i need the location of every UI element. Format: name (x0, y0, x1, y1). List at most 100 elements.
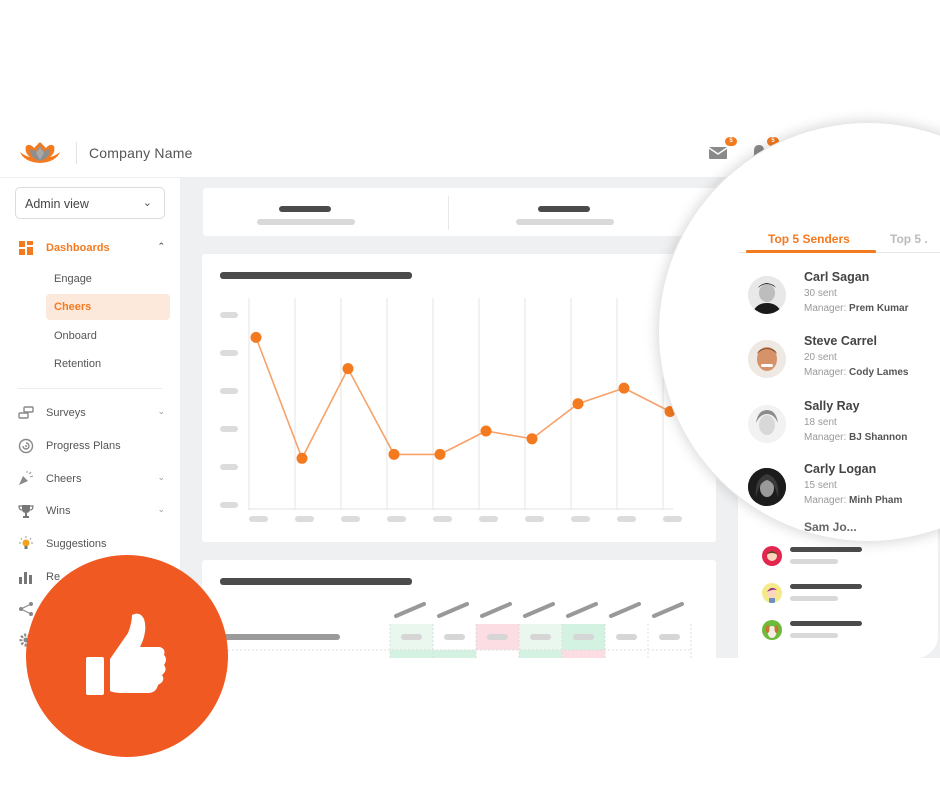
avatar (748, 405, 786, 443)
sidebar-item-label: Suggestions (46, 538, 107, 550)
list-item[interactable] (762, 581, 882, 605)
column-header-placeholder (437, 602, 469, 618)
data-point (480, 425, 492, 437)
cell-value-placeholder (444, 634, 465, 640)
data-point (618, 382, 630, 394)
sender-manager: Manager: BJ Shannon (804, 432, 908, 443)
x-tick-label (525, 516, 544, 522)
data-point (342, 363, 354, 375)
name-placeholder (790, 547, 862, 552)
x-tick-label (341, 516, 360, 522)
column-header-placeholder (394, 602, 426, 618)
lotus-logo-icon[interactable] (18, 140, 62, 166)
sidebar-item-cheers[interactable]: Cheers ⌄ (18, 469, 168, 489)
sidebar-item-label: Cheers (46, 473, 82, 485)
megaphone-icon (19, 471, 34, 485)
sidebar-subitem-retention[interactable]: Retention (46, 351, 170, 377)
tab-top-senders[interactable]: Top 5 Senders (768, 232, 850, 246)
x-tick-label (295, 516, 314, 522)
sender-item[interactable]: Sally Ray 18 sent Manager: BJ Shannon (746, 399, 940, 455)
sidebar-subitem-engage[interactable]: Engage (46, 266, 170, 292)
heatmap-cell (519, 650, 562, 658)
chart-card (202, 254, 716, 542)
x-tick-label (571, 516, 590, 522)
x-tick-label (249, 516, 268, 522)
sender-name: Carl Sagan (804, 270, 870, 284)
column-header-placeholder (480, 602, 512, 618)
row-label-placeholder (220, 634, 340, 640)
list-item[interactable] (762, 618, 882, 642)
chevron-down-icon: ⌄ (142, 197, 152, 209)
y-tick-label (220, 312, 238, 318)
sender-count: 30 sent (804, 288, 837, 299)
sidebar-subitem-onboard[interactable]: Onboard (46, 323, 170, 349)
view-select-value: Admin view (25, 197, 89, 211)
data-point (296, 452, 308, 464)
cell-value-placeholder (573, 634, 594, 640)
cell-value-placeholder (616, 634, 637, 640)
thumbs-up-icon (86, 613, 166, 695)
sender-name-partial: Sam Jo... (804, 520, 857, 534)
sidebar-item-label: Progress Plans (46, 440, 121, 452)
avatar (762, 546, 782, 566)
dashboard-grid-icon (19, 241, 33, 255)
heatmap-grid (220, 602, 692, 658)
header-separator (76, 142, 77, 164)
count-placeholder (790, 596, 838, 601)
kpi-label-placeholder (257, 219, 355, 225)
cell-value-placeholder (659, 634, 680, 640)
sidebar-item-dashboards[interactable]: Dashboards ⌃ (18, 238, 168, 258)
chevron-down-icon: ⌄ (157, 472, 165, 482)
trophy-icon (18, 505, 34, 518)
avatar (748, 468, 786, 506)
kpi-value-placeholder (279, 206, 331, 212)
sender-item[interactable]: Carl Sagan 30 sent Manager: Prem Kumar (746, 270, 940, 326)
sender-count: 18 sent (804, 417, 837, 428)
series-line (255, 337, 671, 461)
y-tick-label (220, 388, 238, 394)
column-header-placeholder (609, 602, 641, 618)
count-placeholder (790, 633, 838, 638)
tab-top-receivers[interactable]: Top 5 . (890, 232, 928, 246)
sidebar-item-label: Dashboards (46, 242, 110, 254)
sender-name: Carly Logan (804, 462, 877, 476)
name-placeholder (790, 584, 862, 589)
data-point (388, 448, 400, 460)
chevron-down-icon: ⌄ (157, 406, 165, 416)
data-point (526, 433, 538, 445)
sender-name: Steve Carrel (804, 334, 877, 348)
sidebar-item-surveys[interactable]: Surveys ⌄ (18, 403, 168, 423)
lightbulb-icon (19, 536, 33, 549)
reports-icon (19, 572, 32, 584)
sidebar-item-progress-plans[interactable]: Progress Plans (18, 436, 168, 456)
column-header-placeholder (566, 602, 598, 618)
data-point (250, 331, 262, 343)
sidebar-subitem-cheers[interactable]: Cheers (46, 294, 170, 320)
sender-name: Sally Ray (804, 399, 860, 413)
magnifier-lens: Top 5 Senders Top 5 . Carl Sagan 30 sent… (658, 122, 940, 542)
sender-manager: Manager: Minh Pham (804, 495, 903, 506)
sender-manager: Manager: Cody Lames (804, 367, 909, 378)
x-tick-label (617, 516, 636, 522)
list-item[interactable] (762, 544, 882, 568)
sender-item[interactable]: Carly Logan 15 sent Manager: Minh Pham (746, 462, 940, 518)
avatar (748, 276, 786, 314)
kpi-separator (448, 196, 449, 230)
avatar (762, 620, 782, 640)
count-placeholder (790, 559, 838, 564)
sender-item[interactable]: Steve Carrel 20 sent Manager: Cody Lames (746, 334, 940, 390)
cell-value-placeholder (530, 634, 551, 640)
kpi-value-placeholder (538, 206, 590, 212)
progress-plans-icon (18, 438, 34, 454)
heatmap-cell (433, 650, 476, 658)
data-point (572, 398, 584, 410)
sidebar-item-suggestions[interactable]: Suggestions (18, 534, 168, 554)
data-point (434, 448, 446, 460)
heatmap-cell (390, 650, 433, 658)
name-placeholder (790, 621, 862, 626)
view-select[interactable]: Admin view ⌄ (15, 187, 165, 219)
sidebar-item-wins[interactable]: Wins ⌄ (18, 501, 168, 521)
y-tick-label (220, 426, 238, 432)
surveys-icon (18, 406, 34, 419)
heatmap-cell (648, 650, 691, 658)
